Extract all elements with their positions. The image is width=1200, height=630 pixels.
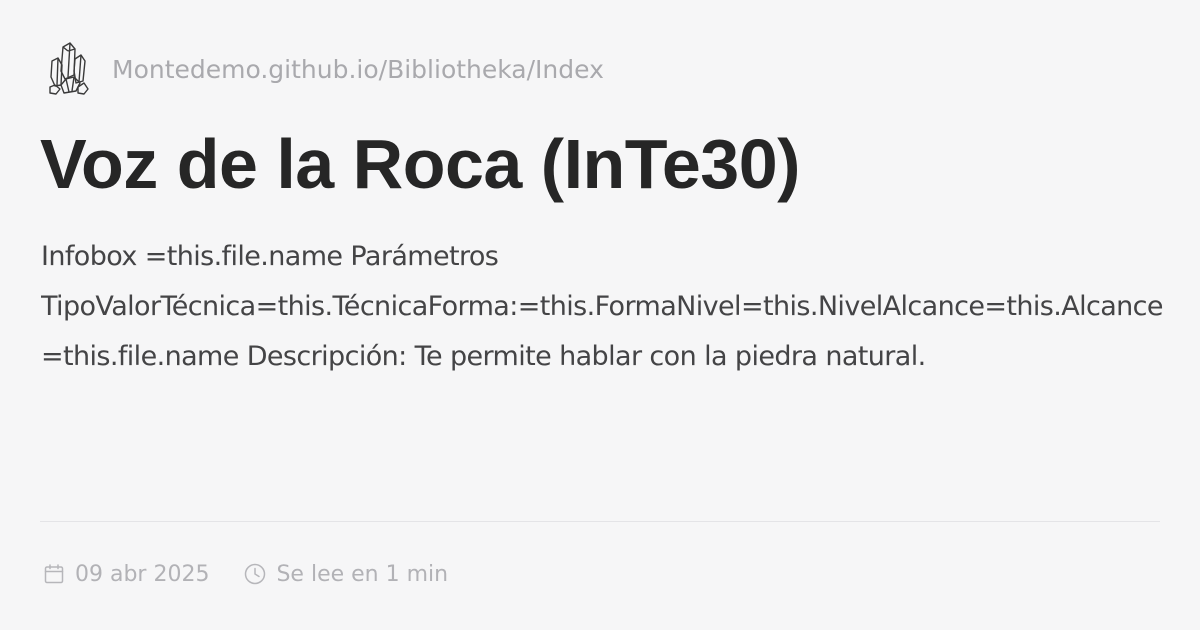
crystal-cluster-icon <box>49 42 89 95</box>
description-line: TipoValorTécnica=this.TécnicaForma:=this… <box>41 291 1164 322</box>
page-title: Voz de la Roca (InTe30) <box>40 125 800 203</box>
reading-time: Se lee en 1 min <box>243 562 448 587</box>
calendar-icon <box>44 564 64 584</box>
page-description: Infobox =this.file.name Parámetros TipoV… <box>41 232 1200 382</box>
site-url-link[interactable]: Montedemo.github.io/Bibliotheka/Index <box>112 55 604 84</box>
publish-date: 09 abr 2025 <box>42 562 209 587</box>
divider <box>40 521 1160 522</box>
description-line: Infobox =this.file.name Parámetros <box>41 241 499 272</box>
description-line: =this.file.name Descripción: Te permite … <box>41 341 926 372</box>
site-header: Montedemo.github.io/Bibliotheka/Index <box>46 40 604 98</box>
post-meta: 09 abr 2025 Se lee en 1 min <box>42 556 448 592</box>
reading-time-text: Se lee en 1 min <box>276 561 449 587</box>
publish-date-text: 09 abr 2025 <box>75 561 210 587</box>
clock-icon <box>245 563 266 585</box>
